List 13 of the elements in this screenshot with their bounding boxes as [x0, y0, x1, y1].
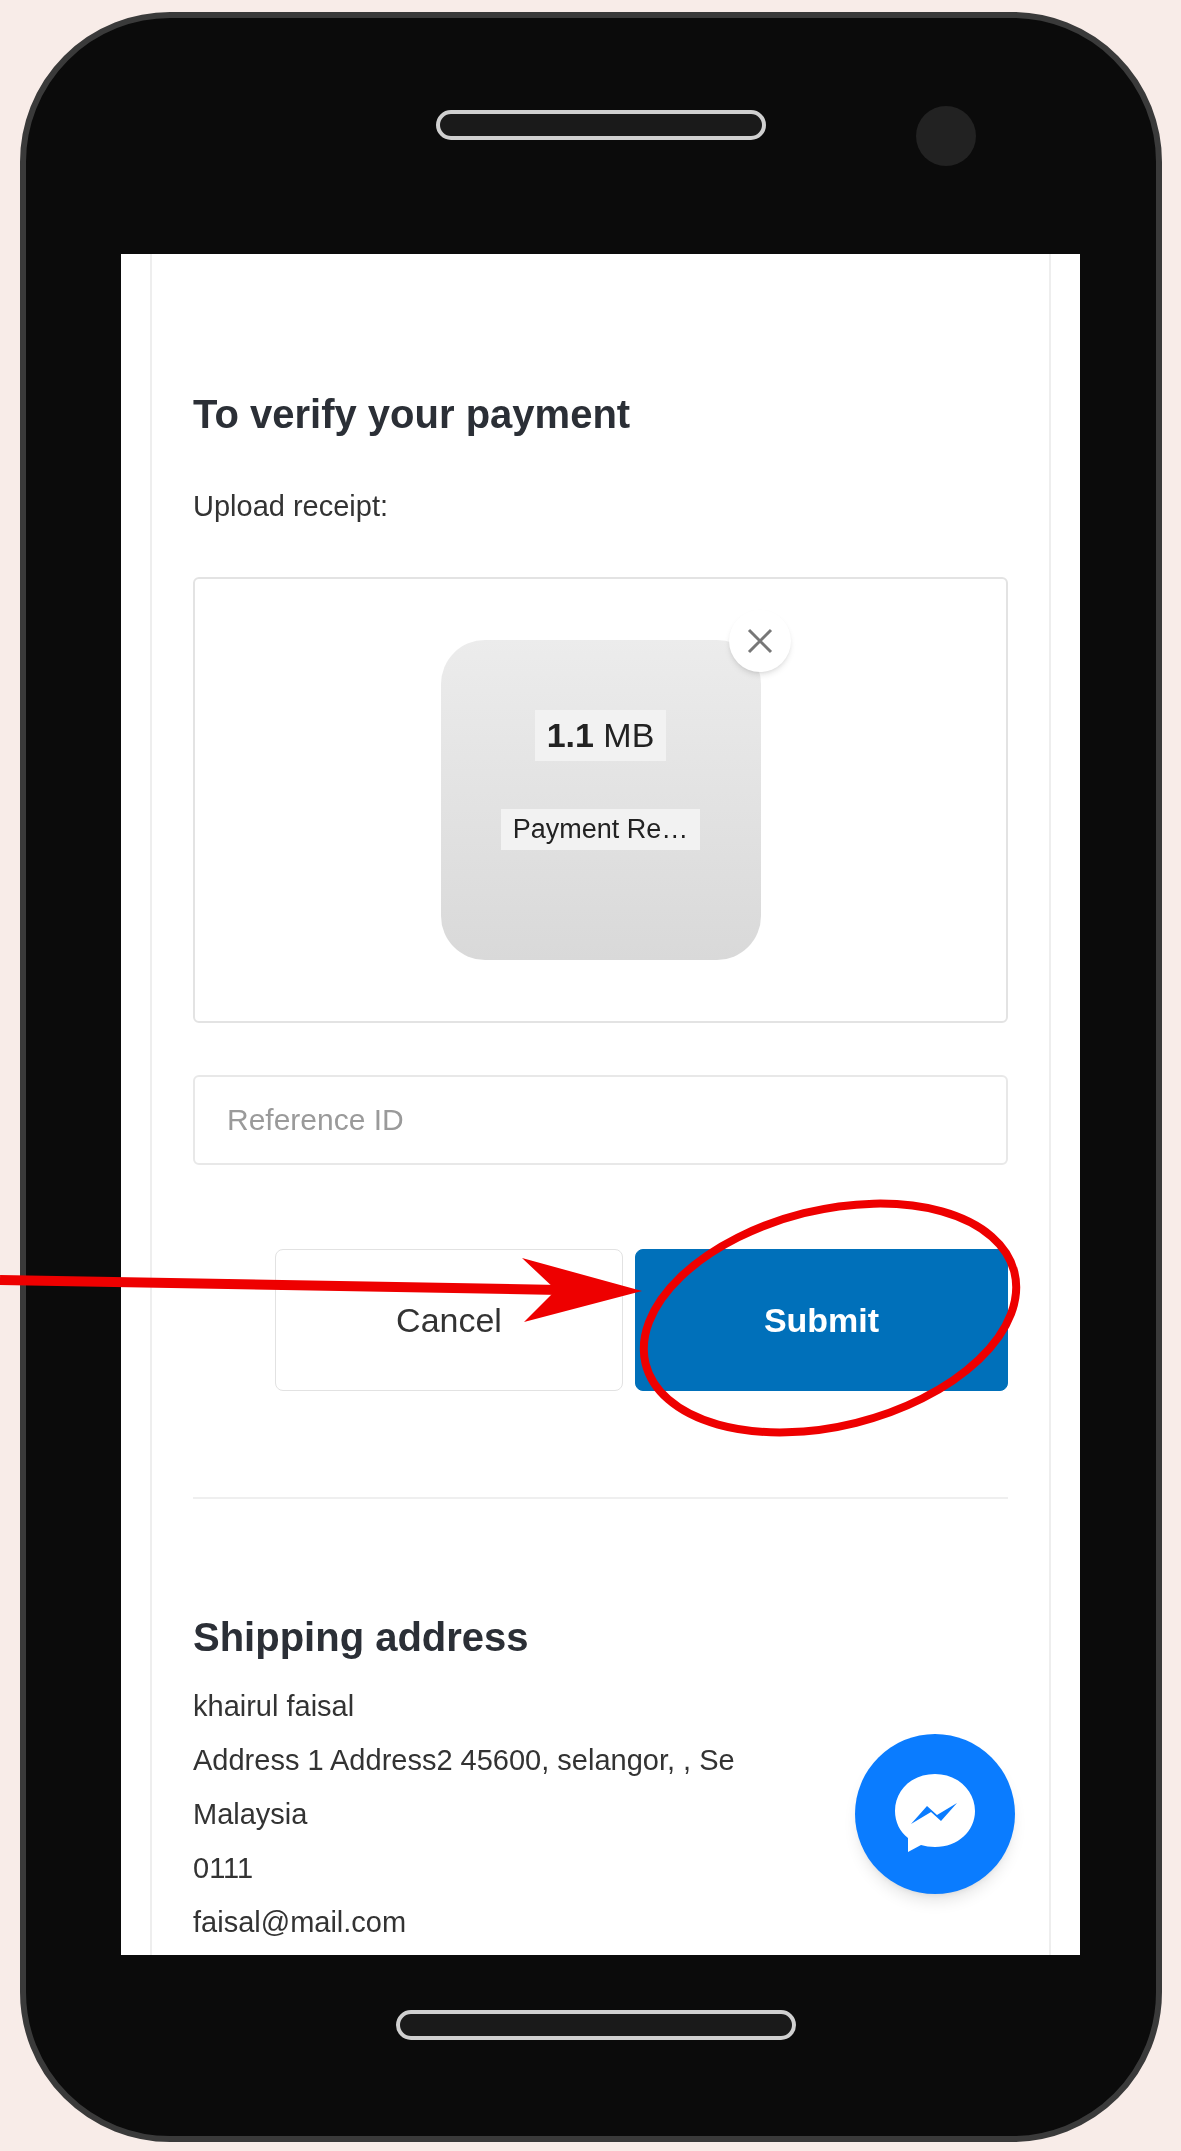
submit-button[interactable]: Submit — [635, 1249, 1008, 1391]
file-size: 1.1 MB — [534, 710, 667, 761]
address-line: khairul faisal — [193, 1689, 355, 1724]
address-line: 0111 — [193, 1851, 254, 1886]
address-line: Address 1 Address2 45600, selangor, , Se — [193, 1743, 735, 1778]
address-line: Malaysia — [193, 1797, 308, 1832]
section-heading: Shipping address — [193, 1617, 530, 1657]
reference-id-field[interactable]: Reference ID — [193, 1075, 1008, 1165]
remove-file-button[interactable] — [728, 610, 791, 672]
file-name: Payment Re… — [500, 808, 701, 851]
section-heading: To verify your payment — [193, 394, 632, 434]
address-line: faisal@mail.com — [193, 1905, 407, 1940]
upload-label: Upload receipt: — [193, 492, 390, 521]
